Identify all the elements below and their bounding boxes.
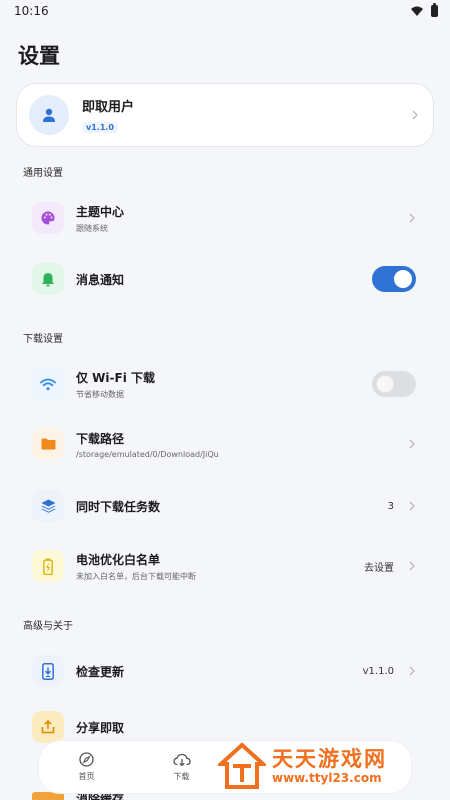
wifi-icon-box [32,368,64,400]
battery-icon [43,558,53,575]
battery-whitelist-row[interactable]: 电池优化白名单 未加入白名单，后台下载可能中断 去设置 [16,536,434,596]
battery-value: 去设置 [364,562,394,574]
chevron-right-icon [409,501,415,511]
battery-title: 电池优化白名单 [76,552,161,567]
wifi-title: 仅 Wi-Fi 下载 [76,370,155,385]
profile-name: 即取用户 [82,100,135,115]
avatar [29,95,69,135]
nav-home-label: 首页 [78,772,95,781]
chevron-right-icon [409,213,415,223]
section-advanced-label: 高级与关于 [23,621,73,632]
nav-home[interactable]: 首页 [39,752,134,782]
wifi-toggle[interactable] [372,371,416,397]
update-icon-box [32,655,64,687]
watermark-logo-icon [218,742,266,789]
path-subtitle: /storage/emulated/0/Download/JiQu [76,449,219,459]
watermark: 天天游戏网 www.ttyl23.com [218,741,418,791]
chevron-right-icon [409,561,415,571]
chevron-right-icon [409,666,415,676]
status-icons [411,3,438,17]
share-icon [41,720,55,734]
concurrent-value: 3 [387,500,394,512]
concurrent-icon-box [32,490,64,522]
compass-icon [79,752,94,767]
toggle-knob [376,375,394,393]
battery-subtitle: 未加入白名单，后台下载可能中断 [76,571,196,581]
download-path-row[interactable]: 下载路径 /storage/emulated/0/Download/JiQu [16,414,434,474]
status-bar: 10:16 [0,0,450,22]
update-title: 检查更新 [76,664,125,679]
page-title: 设置 [18,44,60,68]
user-icon [43,108,55,122]
phone-download-icon [42,662,54,680]
bell-icon [42,272,54,286]
theme-center-row[interactable]: 主题中心 跟随系统 [16,188,434,248]
battery-icon [431,3,438,17]
theme-icon-box [32,202,64,234]
palette-icon [41,211,55,225]
profile-card[interactable]: 即取用户 v1.1.0 [16,83,434,147]
check-update-row[interactable]: 检查更新 v1.1.0 [16,641,434,701]
notify-icon-box [32,263,64,295]
chevron-right-icon [409,439,415,449]
watermark-title: 天天游戏网 [272,747,387,771]
notification-row: 消息通知 [16,249,434,309]
wifi-only-row: 仅 Wi-Fi 下载 节省移动数据 [16,354,434,414]
toggle-knob [394,270,412,288]
path-icon-box [32,428,64,460]
update-value: v1.1.0 [362,665,394,677]
concurrent-title: 同时下载任务数 [76,499,161,514]
wifi-subtitle: 节省移动数据 [76,389,124,399]
folder-icon [41,438,55,450]
theme-subtitle: 跟随系统 [76,223,108,233]
section-general-label: 通用设置 [23,168,63,179]
path-title: 下载路径 [76,431,125,446]
status-time: 10:16 [14,4,49,18]
notify-title: 消息通知 [76,272,125,287]
watermark-url: www.ttyl23.com [272,771,382,785]
wifi-signal-icon [411,6,423,16]
share-icon-box [32,711,64,743]
theme-title: 主题中心 [76,204,125,219]
cloud-download-icon [172,753,191,766]
version-badge: v1.1.0 [82,122,118,133]
chevron-right-icon [412,110,418,120]
layers-icon [41,499,55,513]
notify-toggle[interactable] [372,266,416,292]
wifi-icon [40,378,56,390]
nav-download-label: 下载 [173,771,190,781]
share-title: 分享即取 [76,720,125,735]
section-download-label: 下载设置 [23,334,63,345]
nav-download[interactable]: 下载 [134,753,229,782]
concurrent-tasks-row[interactable]: 同时下载任务数 3 [16,476,434,536]
battery-icon-box [32,550,64,582]
